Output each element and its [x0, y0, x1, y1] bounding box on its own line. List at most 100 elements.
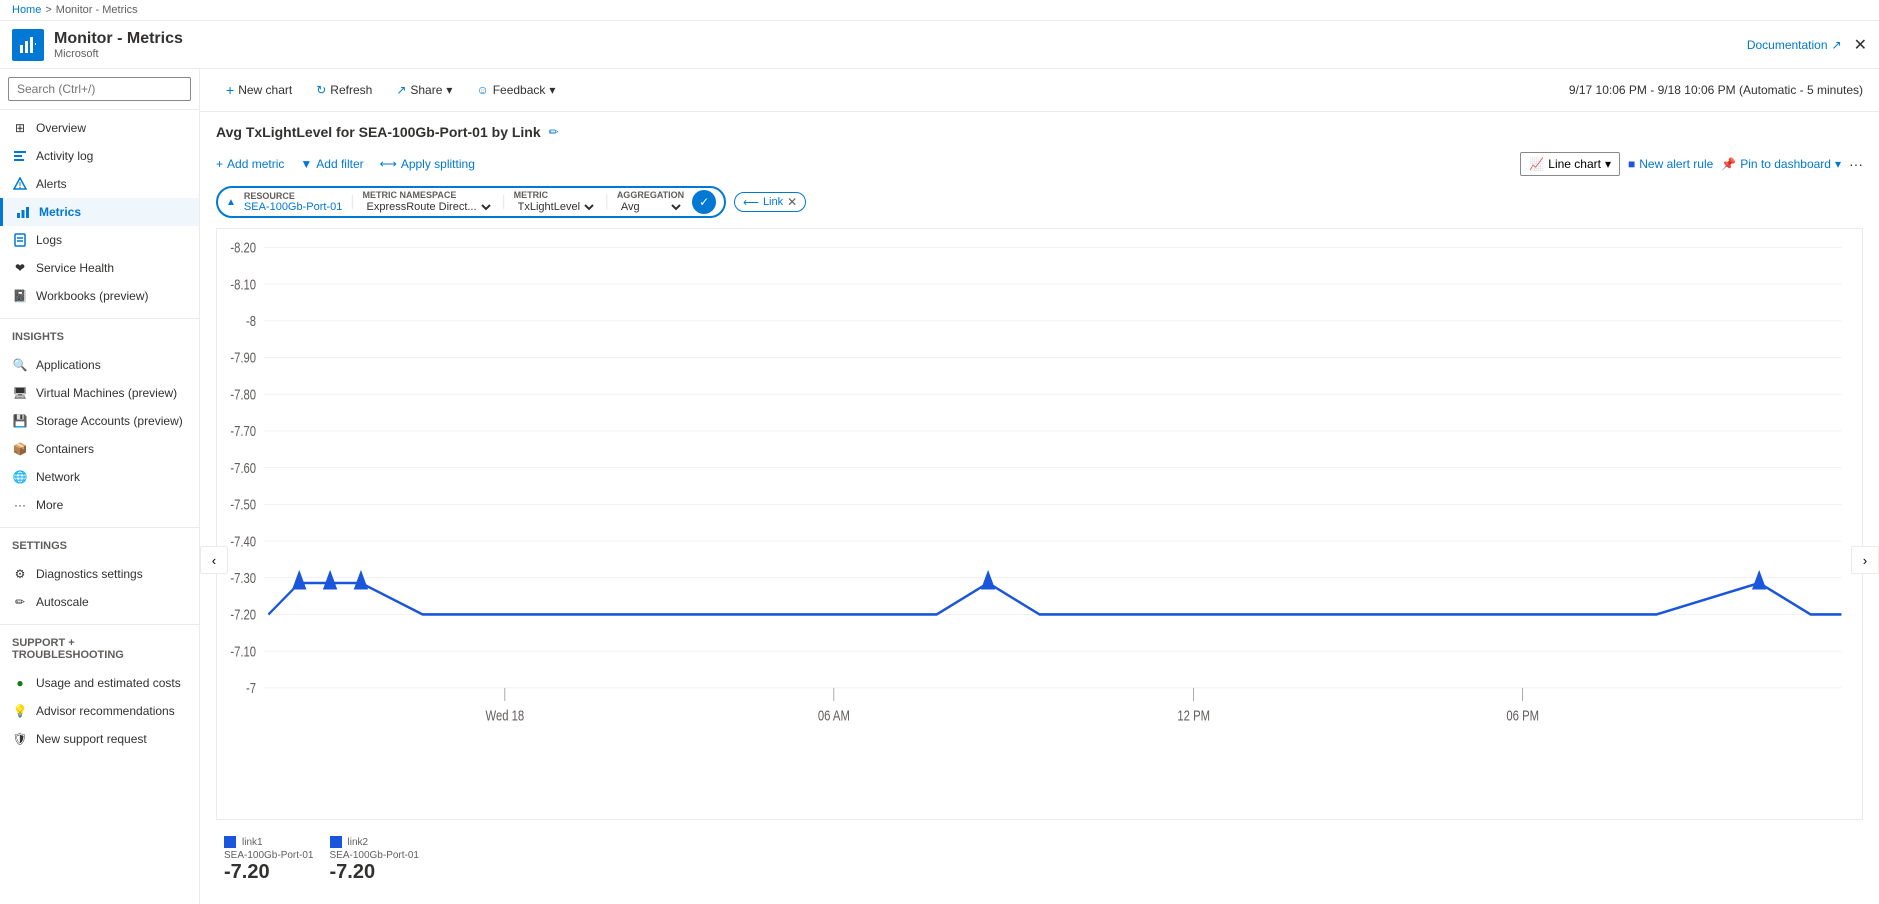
metrics-icon — [15, 204, 31, 220]
sidebar-item-applications[interactable]: 🔍 Applications — [0, 351, 199, 379]
resource-value[interactable]: SEA-100Gb-Port-01 — [244, 201, 342, 213]
sidebar-label-logs: Logs — [36, 233, 62, 247]
more-options-button[interactable]: ··· — [1849, 156, 1863, 172]
activity-log-icon — [12, 148, 28, 164]
sidebar-item-activity-log[interactable]: Activity log — [0, 142, 199, 170]
legend-name-1: link1 — [242, 837, 263, 848]
sidebar-item-support[interactable]: 🛡 New support request — [0, 725, 199, 753]
chart-nav-right-button[interactable]: › — [1851, 546, 1879, 574]
documentation-link[interactable]: Documentation ↗ — [1747, 38, 1842, 52]
resource-selector-row: ▲ RESOURCE SEA-100Gb-Port-01 | METRIC NA… — [216, 186, 1863, 218]
sidebar-item-virtual-machines[interactable]: 🖥 Virtual Machines (preview) — [0, 379, 199, 407]
legend-header-2: link2 — [330, 836, 420, 848]
legend-resource-1: SEA-100Gb-Port-01 — [224, 850, 314, 861]
sidebar-item-logs[interactable]: Logs — [0, 226, 199, 254]
aggregation-select[interactable]: Avg — [617, 200, 684, 214]
share-label: Share — [410, 83, 442, 97]
pin-caret-icon: ▾ — [1835, 157, 1841, 171]
legend-name-2: link2 — [348, 837, 369, 848]
sidebar-item-usage-costs[interactable]: ● Usage and estimated costs — [0, 669, 199, 697]
applications-icon: 🔍 — [12, 357, 28, 373]
chart-container: .grid-line { stroke: #edebe9; stroke-wid… — [216, 228, 1863, 820]
svg-text:-7.50: -7.50 — [230, 496, 256, 513]
virtual-machines-icon: 🖥 — [12, 385, 28, 401]
namespace-label: METRIC NAMESPACE — [363, 190, 494, 200]
sidebar-label-support: New support request — [36, 732, 147, 746]
svg-text:-8: -8 — [246, 313, 256, 330]
share-button[interactable]: ↗ Share ▾ — [386, 78, 462, 102]
header-right: Documentation ↗ ✕ — [1747, 35, 1867, 55]
svg-text:-7.80: -7.80 — [230, 386, 256, 403]
add-metric-button[interactable]: + Add metric — [216, 157, 284, 171]
sidebar-item-workbooks[interactable]: 📓 Workbooks (preview) — [0, 282, 199, 310]
content-area: + New chart ↻ Refresh ↗ Share ▾ ☺ Feedba… — [200, 69, 1879, 904]
sidebar-item-storage-accounts[interactable]: 💾 Storage Accounts (preview) — [0, 407, 199, 435]
svg-text:-7.30: -7.30 — [230, 570, 256, 587]
search-input[interactable] — [8, 77, 191, 101]
add-filter-button[interactable]: ▼ Add filter — [300, 157, 363, 171]
apply-splitting-button[interactable]: ⟷ Apply splitting — [380, 157, 475, 171]
metric-select[interactable]: TxLightLevel — [514, 200, 597, 214]
namespace-field: METRIC NAMESPACE ExpressRoute Direct... — [363, 190, 494, 214]
sidebar-main-items: ⊞ Overview Activity log Alerts Metrics — [0, 110, 199, 314]
new-chart-button[interactable]: + New chart — [216, 77, 302, 103]
time-range-selector[interactable]: 9/17 10:06 PM - 9/18 10:06 PM (Automatic… — [1569, 83, 1863, 97]
pin-dashboard-button[interactable]: 📌 Pin to dashboard ▾ — [1721, 157, 1841, 171]
apply-resource-button[interactable]: ✓ — [692, 190, 716, 214]
sidebar-item-autoscale[interactable]: ✏ Autoscale — [0, 588, 199, 616]
data-point-5 — [1752, 570, 1766, 590]
insights-items: 🔍 Applications 🖥 Virtual Machines (previ… — [0, 347, 199, 523]
sidebar-item-diagnostics[interactable]: ⚙ Diagnostics settings — [0, 560, 199, 588]
sidebar-item-network[interactable]: 🌐 Network — [0, 463, 199, 491]
resource-selector-icon: ▲ — [226, 197, 236, 208]
diagnostics-icon: ⚙ — [12, 566, 28, 582]
filter-tag-label: Link — [763, 196, 783, 208]
data-point-4 — [981, 570, 995, 590]
legend-item-link1: link1 SEA-100Gb-Port-01 -7.20 — [224, 836, 314, 884]
refresh-icon: ↻ — [316, 83, 326, 97]
data-point-2 — [323, 570, 337, 590]
legend-header-1: link1 — [224, 836, 314, 848]
sidebar-label-service-health: Service Health — [36, 261, 114, 275]
sidebar-item-metrics[interactable]: Metrics — [0, 198, 199, 226]
chart-wrapper: ‹ › .grid-line { stroke: #edebe9; stroke… — [216, 228, 1863, 892]
sidebar-label-usage-costs: Usage and estimated costs — [36, 676, 181, 690]
legend-color-1 — [224, 836, 236, 848]
sidebar-item-containers[interactable]: 📦 Containers — [0, 435, 199, 463]
legend-resource-2: SEA-100Gb-Port-01 — [330, 850, 420, 861]
sidebar: ⊞ Overview Activity log Alerts Metrics — [0, 69, 200, 904]
share-icon: ↗ — [396, 83, 406, 97]
close-button[interactable]: ✕ — [1854, 35, 1867, 55]
svg-text:06 AM: 06 AM — [818, 707, 850, 724]
chart-type-button[interactable]: 📈 Line chart ▾ — [1520, 152, 1620, 176]
svg-text:-7.20: -7.20 — [230, 606, 256, 623]
usage-costs-icon: ● — [12, 675, 28, 691]
sidebar-item-advisor[interactable]: 💡 Advisor recommendations — [0, 697, 199, 725]
sidebar-label-virtual-machines: Virtual Machines (preview) — [36, 386, 177, 400]
svg-text:-8.20: -8.20 — [230, 239, 256, 256]
new-alert-button[interactable]: ■ New alert rule — [1628, 157, 1713, 171]
resource-label: RESOURCE — [244, 191, 342, 201]
sidebar-label-diagnostics: Diagnostics settings — [36, 567, 143, 581]
sidebar-item-service-health[interactable]: ❤ Service Health — [0, 254, 199, 282]
breadcrumb-home[interactable]: Home — [12, 4, 41, 16]
edit-title-icon[interactable]: ✏ — [549, 125, 559, 139]
feedback-button[interactable]: ☺ Feedback ▾ — [466, 78, 565, 102]
metric-actions-right: 📈 Line chart ▾ ■ New alert rule 📌 Pin to… — [1520, 152, 1863, 176]
sidebar-label-workbooks: Workbooks (preview) — [36, 289, 148, 303]
apply-splitting-label: Apply splitting — [401, 157, 475, 171]
feedback-label: Feedback — [493, 83, 546, 97]
overview-icon: ⊞ — [12, 120, 28, 136]
sidebar-item-alerts[interactable]: Alerts — [0, 170, 199, 198]
link-icon: ⟵ — [743, 196, 759, 209]
advisor-icon: 💡 — [12, 703, 28, 719]
sidebar-item-overview[interactable]: ⊞ Overview — [0, 114, 199, 142]
app-title: Monitor - Metrics — [54, 30, 183, 48]
sidebar-item-more[interactable]: ··· More — [0, 491, 199, 519]
sidebar-label-network: Network — [36, 470, 80, 484]
chart-nav-left-button[interactable]: ‹ — [200, 546, 228, 574]
refresh-button[interactable]: ↻ Refresh — [306, 78, 382, 102]
filter-tag-remove-button[interactable]: ✕ — [787, 195, 797, 209]
settings-items: ⚙ Diagnostics settings ✏ Autoscale — [0, 556, 199, 620]
namespace-select[interactable]: ExpressRoute Direct... — [363, 200, 494, 214]
